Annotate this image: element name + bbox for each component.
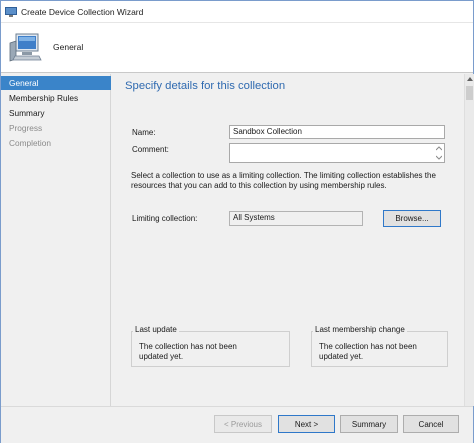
wizard-nav: General Membership Rules Summary Progres… — [1, 74, 111, 406]
window-title: Create Device Collection Wizard — [21, 7, 144, 17]
last-update-legend: Last update — [133, 325, 179, 334]
next-button[interactable]: Next > — [278, 415, 335, 433]
scroll-thumb[interactable] — [466, 86, 473, 100]
nav-item-general[interactable]: General — [1, 76, 111, 90]
nav-item-completion: Completion — [9, 138, 51, 148]
name-label: Name: — [132, 128, 156, 137]
last-membership-change-legend: Last membership change — [313, 325, 407, 334]
browse-button[interactable]: Browse... — [383, 210, 441, 227]
wizard-header: General — [1, 23, 473, 73]
comment-textarea[interactable] — [229, 143, 445, 163]
name-input[interactable]: Sandbox Collection — [229, 125, 445, 139]
nav-item-progress: Progress — [9, 123, 43, 133]
last-membership-change-text: The collection has not been updated yet. — [319, 342, 417, 361]
section-title: Specify details for this collection — [125, 80, 286, 92]
summary-button[interactable]: Summary — [340, 415, 398, 433]
vertical-scrollbar[interactable] — [464, 74, 474, 406]
nav-item-summary[interactable]: Summary — [1, 106, 111, 120]
comment-label: Comment: — [132, 145, 169, 154]
wizard-window: Create Device Collection Wizard General … — [0, 0, 474, 443]
limiting-collection-label: Limiting collection: — [132, 214, 198, 223]
app-icon — [5, 7, 17, 17]
limiting-collection-field: All Systems — [229, 211, 363, 226]
limiting-collection-description: Select a collection to use as a limiting… — [131, 171, 436, 190]
title-bar: Create Device Collection Wizard — [1, 1, 473, 23]
previous-button: < Previous — [214, 415, 272, 433]
last-update-text: The collection has not been updated yet. — [139, 342, 237, 361]
nav-item-membership-rules[interactable]: Membership Rules — [1, 91, 111, 105]
scroll-up-arrow-icon[interactable] — [467, 76, 473, 82]
header-title: General — [53, 42, 84, 52]
computer-icon — [9, 33, 42, 62]
cancel-button[interactable]: Cancel — [403, 415, 459, 433]
textarea-scroll-arrows-icon[interactable] — [436, 146, 442, 160]
